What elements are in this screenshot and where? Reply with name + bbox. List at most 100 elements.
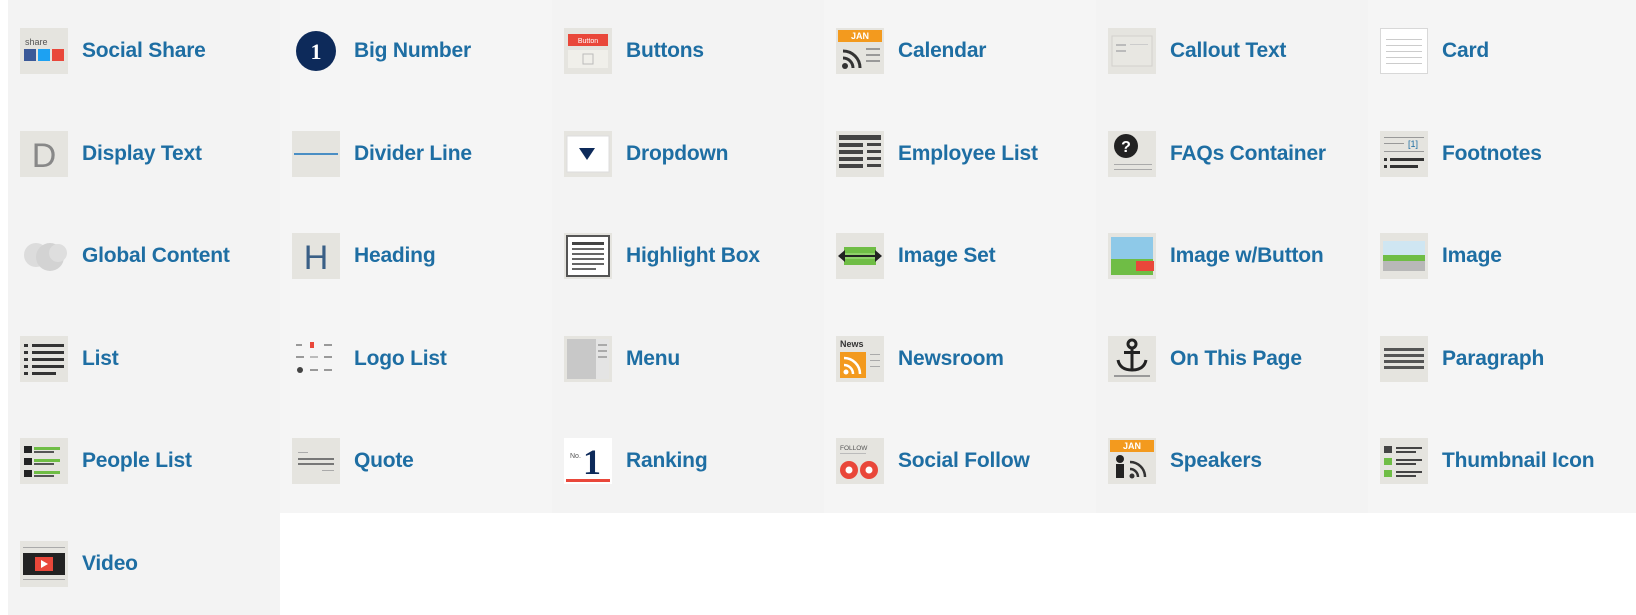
widget-label: Ranking — [626, 449, 707, 473]
widget-label: Newsroom — [898, 347, 1004, 371]
widget-divider-line[interactable]: Divider Line — [280, 103, 552, 206]
widget-paragraph[interactable]: Paragraph — [1368, 308, 1636, 411]
employee-list-icon — [836, 131, 884, 177]
widget-label: Employee List — [898, 142, 1038, 166]
logo-list-icon — [292, 336, 340, 382]
widget-global-content[interactable]: Global Content — [8, 205, 280, 308]
svg-text:?: ? — [1121, 139, 1131, 156]
list-icon — [20, 336, 68, 382]
menu-icon — [564, 336, 612, 382]
footnotes-icon: [1] — [1380, 131, 1428, 177]
image-with-button-icon — [1108, 233, 1156, 279]
callout-text-icon — [1108, 28, 1156, 74]
svg-text:FOLLOW: FOLLOW — [840, 445, 868, 452]
widget-list[interactable]: List — [8, 308, 280, 411]
svg-text:D: D — [32, 137, 57, 175]
svg-text:1: 1 — [311, 39, 322, 64]
big-number-icon: 1 — [292, 28, 340, 74]
widget-label: Image — [1442, 244, 1502, 268]
widget-label: Image w/Button — [1170, 244, 1324, 268]
widget-label: Highlight Box — [626, 244, 760, 268]
widget-label: Divider Line — [354, 142, 472, 166]
widget-card[interactable]: Card — [1368, 0, 1636, 103]
widget-label: Display Text — [82, 142, 202, 166]
social-follow-icon: FOLLOW — [836, 438, 884, 484]
widget-people-list[interactable]: People List — [8, 410, 280, 513]
widget-label: Social Share — [82, 39, 206, 63]
widget-label: Menu — [626, 347, 680, 371]
svg-text:1: 1 — [583, 442, 601, 482]
ranking-icon: No. 1 — [564, 438, 612, 484]
widget-heading[interactable]: H Heading — [280, 205, 552, 308]
widget-speakers[interactable]: JAN Speakers — [1096, 410, 1368, 513]
card-icon — [1380, 28, 1428, 74]
widget-on-this-page[interactable]: On This Page — [1096, 308, 1368, 411]
thumbnail-icon-icon — [1380, 438, 1428, 484]
quote-icon — [292, 438, 340, 484]
widget-image-with-button[interactable]: Image w/Button — [1096, 205, 1368, 308]
global-content-icon — [20, 233, 68, 279]
image-set-icon — [836, 233, 884, 279]
widget-social-share[interactable]: share Social Share — [8, 0, 280, 103]
widget-label: Calendar — [898, 39, 986, 63]
widget-label: List — [82, 347, 119, 371]
widget-menu[interactable]: Menu — [552, 308, 824, 411]
widget-label: Thumbnail Icon — [1442, 449, 1594, 473]
widget-newsroom[interactable]: News Newsroom — [824, 308, 1096, 411]
svg-text:No.: No. — [570, 453, 581, 460]
widget-dropdown[interactable]: Dropdown — [552, 103, 824, 206]
svg-text:share: share — [25, 37, 48, 47]
svg-text:JAN: JAN — [851, 31, 869, 41]
widget-label: Footnotes — [1442, 142, 1542, 166]
widget-label: Speakers — [1170, 449, 1262, 473]
widget-social-follow[interactable]: FOLLOW Social Follow — [824, 410, 1096, 513]
widget-video[interactable]: Video — [8, 513, 280, 615]
svg-text:News: News — [840, 339, 864, 349]
paragraph-icon — [1380, 336, 1428, 382]
widget-label: Heading — [354, 244, 435, 268]
widget-label: Video — [82, 552, 138, 576]
social-share-icon: share — [20, 28, 68, 74]
widget-display-text[interactable]: D Display Text — [8, 103, 280, 206]
dropdown-icon — [564, 131, 612, 177]
widget-logo-list[interactable]: Logo List — [280, 308, 552, 411]
widget-label: FAQs Container — [1170, 142, 1326, 166]
widget-callout-text[interactable]: Callout Text — [1096, 0, 1368, 103]
widget-label: Global Content — [82, 244, 230, 268]
widget-footnotes[interactable]: [1] Footnotes — [1368, 103, 1636, 206]
video-icon — [20, 541, 68, 587]
widget-grid: share Social Share 1 Big Number Button — [8, 0, 1636, 615]
widget-label: Image Set — [898, 244, 995, 268]
widget-label: On This Page — [1170, 347, 1302, 371]
widget-ranking[interactable]: No. 1 Ranking — [552, 410, 824, 513]
people-list-icon — [20, 438, 68, 484]
widget-label: Quote — [354, 449, 414, 473]
widget-label: Card — [1442, 39, 1489, 63]
widget-calendar[interactable]: JAN Calendar — [824, 0, 1096, 103]
image-icon — [1380, 233, 1428, 279]
widget-big-number[interactable]: 1 Big Number — [280, 0, 552, 103]
divider-line-icon — [292, 131, 340, 177]
calendar-icon: JAN — [836, 28, 884, 74]
display-text-icon: D — [20, 131, 68, 177]
widget-label: Buttons — [626, 39, 704, 63]
buttons-icon: Button — [564, 28, 612, 74]
widget-faqs-container[interactable]: ? FAQs Container — [1096, 103, 1368, 206]
highlight-box-icon — [564, 233, 612, 279]
widget-label: Dropdown — [626, 142, 728, 166]
widget-label: People List — [82, 449, 192, 473]
widget-label: Paragraph — [1442, 347, 1544, 371]
widget-label: Logo List — [354, 347, 447, 371]
widget-label: Social Follow — [898, 449, 1030, 473]
widget-image-set[interactable]: Image Set — [824, 205, 1096, 308]
widget-label: Big Number — [354, 39, 471, 63]
speakers-icon: JAN — [1108, 438, 1156, 484]
anchor-icon — [1108, 336, 1156, 382]
widget-thumbnail-icon[interactable]: Thumbnail Icon — [1368, 410, 1636, 513]
widget-image[interactable]: Image — [1368, 205, 1636, 308]
widget-buttons[interactable]: Button Buttons — [552, 0, 824, 103]
svg-text:Button: Button — [578, 38, 598, 45]
widget-employee-list[interactable]: Employee List — [824, 103, 1096, 206]
widget-quote[interactable]: Quote — [280, 410, 552, 513]
widget-highlight-box[interactable]: Highlight Box — [552, 205, 824, 308]
